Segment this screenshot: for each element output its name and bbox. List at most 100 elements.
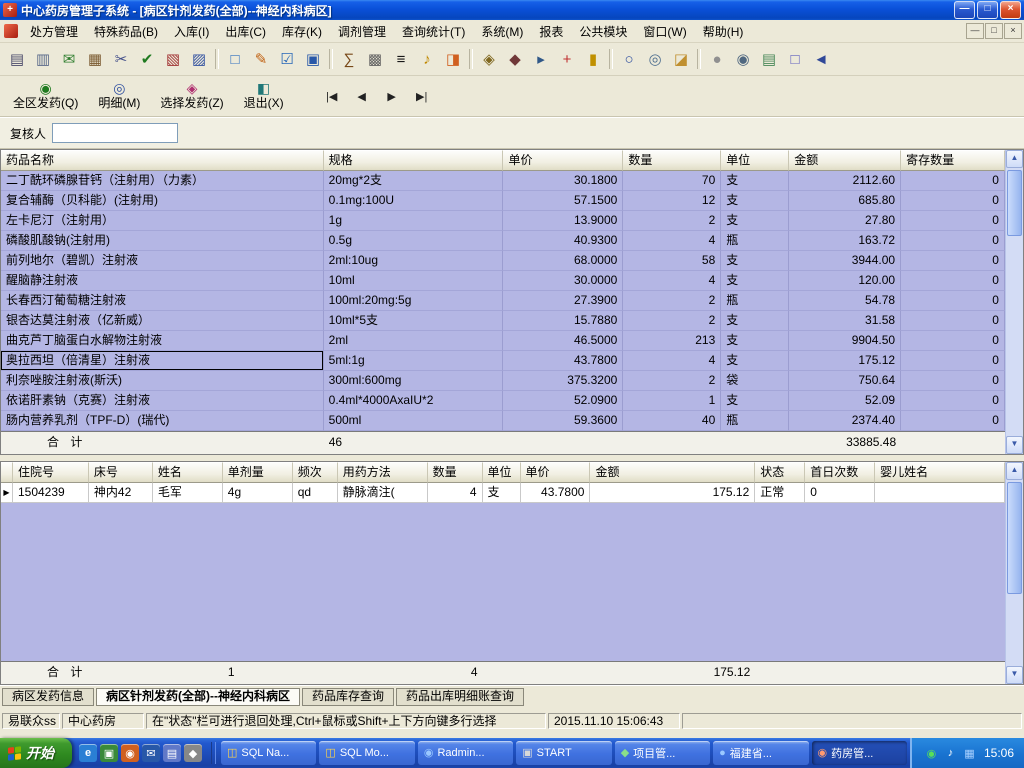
scroll-down-icon[interactable]: ▼ — [1006, 436, 1023, 454]
tab-3[interactable]: 药品出库明细账查询 — [396, 688, 525, 706]
grid1-scroll-thumb[interactable] — [1007, 170, 1022, 236]
tray-volume-icon[interactable]: ♪ — [943, 746, 958, 761]
table-row[interactable]: 前列地尔（碧凯）注射液 2ml:10ug 68.0000 58 支 3944.00 0 — [1, 251, 1005, 271]
grid2-column-header[interactable]: 金额 — [590, 462, 756, 483]
grid1-column-header[interactable]: 金额 — [789, 150, 902, 171]
printer-button[interactable]: ▤ — [4, 46, 30, 72]
dispense-all-button[interactable]: ◉ 全区发药(Q) — [4, 76, 87, 116]
table-row[interactable]: 左卡尼汀（注射用） 1g 13.9000 2 支 27.80 0 — [1, 211, 1005, 231]
quicklaunch-mail-icon[interactable]: ✉ — [142, 744, 160, 762]
exit-button[interactable]: ◧ 退出(X) — [235, 76, 293, 116]
back-button[interactable]: ◄ — [808, 46, 834, 72]
tray-shield-icon[interactable]: ◉ — [924, 746, 939, 761]
task-button-start[interactable]: ▣ START — [516, 741, 612, 765]
quicklaunch-tools-icon[interactable]: ◆ — [184, 744, 202, 762]
print-preview-button[interactable]: ▥ — [30, 46, 56, 72]
grid2-column-header[interactable]: 单位 — [482, 462, 521, 483]
grid2-column-header[interactable]: 状态 — [755, 462, 806, 483]
doc-edit-button[interactable]: ✎ — [248, 46, 274, 72]
layout-button[interactable]: ▤ — [756, 46, 782, 72]
menu-item[interactable]: 报表 — [531, 21, 571, 42]
menu-item[interactable]: 入库(I) — [166, 21, 217, 42]
task-button-pharmacy[interactable]: ◉ 药房管... — [811, 741, 907, 765]
search-button[interactable]: ○ — [616, 46, 642, 72]
quicklaunch-media-icon[interactable]: ◉ — [121, 744, 139, 762]
menu-item[interactable]: 窗口(W) — [635, 21, 694, 42]
table-row[interactable]: 银杏达莫注射液（亿新威） 10ml*5支 15.7880 2 支 31.58 0 — [1, 311, 1005, 331]
table-row[interactable]: 肠内营养乳剂（TPF-D）(瑞代) 500ml 59.3600 40 瓶 2374.40 0 — [1, 411, 1005, 431]
scissors-button[interactable]: ✂ — [108, 46, 134, 72]
barcode-button[interactable]: ≡ — [388, 46, 414, 72]
grid2-column-header[interactable]: 住院号 — [13, 462, 89, 483]
menu-item[interactable]: 帮助(H) — [695, 21, 752, 42]
task-button-sql-mo[interactable]: ◫ SQL Mo... — [319, 741, 415, 765]
grid2-column-header[interactable]: 首日次数 — [805, 462, 876, 483]
menu-item[interactable]: 出库(C) — [217, 21, 274, 42]
table-row[interactable]: 长春西汀葡萄糖注射液 100ml:20mg:5g 27.3900 2 瓶 54.78 0 — [1, 291, 1005, 311]
select-dispense-button[interactable]: ◈ 选择发药(Z) — [151, 76, 232, 116]
report-grid-button[interactable]: ▩ — [362, 46, 388, 72]
lock-button[interactable]: ◆ — [502, 46, 528, 72]
menu-item[interactable]: 特殊药品(B) — [86, 21, 166, 42]
grid1-column-header[interactable]: 规格 — [323, 150, 504, 171]
zoom-grid-button[interactable]: ◎ — [642, 46, 668, 72]
nav-prev-button[interactable]: ◀ — [347, 84, 377, 108]
table-row[interactable]: 复合辅酶（贝科能）(注射用) 0.1mg:100U 57.1500 12 支 685.80… — [1, 191, 1005, 211]
key-button[interactable]: ◈ — [476, 46, 502, 72]
grid2-scroll-thumb[interactable] — [1007, 482, 1022, 594]
table-row[interactable]: 利奈唑胺注射液(斯沃) 300ml:600mg 375.3200 2 袋 750.64 0 — [1, 371, 1005, 391]
task-button-radmin[interactable]: ◉ Radmin... — [417, 741, 514, 765]
start-button[interactable]: 开始 — [0, 738, 72, 768]
export-button[interactable]: □ — [782, 46, 808, 72]
doc-audit-button[interactable]: ☑ — [274, 46, 300, 72]
sum-report-button[interactable]: ∑ — [336, 46, 362, 72]
mdi-restore-button[interactable]: □ — [985, 23, 1003, 39]
thermometer-button[interactable]: ▮ — [580, 46, 606, 72]
grid2-column-header[interactable] — [1, 462, 13, 483]
table-row[interactable]: 依诺肝素钠（克赛）注射液 0.4ml*4000AxaIU*2 52.0900 1 支 52… — [1, 391, 1005, 411]
scroll-down-icon[interactable]: ▼ — [1006, 666, 1023, 684]
grid2-scroll-track[interactable] — [1006, 480, 1023, 666]
quicklaunch-ie-icon[interactable]: e — [79, 744, 97, 762]
mdi-minimize-button[interactable]: — — [966, 23, 984, 39]
grid2-column-header[interactable]: 数量 — [427, 462, 483, 483]
globe-button[interactable]: ● — [704, 46, 730, 72]
close-button[interactable]: × — [1000, 1, 1021, 19]
medicine-box-button[interactable]: + — [554, 46, 580, 72]
red-ledger-button[interactable]: ▧ — [160, 46, 186, 72]
mail-send-button[interactable]: ✉ — [56, 46, 82, 72]
grid2-column-header[interactable]: 单价 — [520, 462, 591, 483]
menu-item[interactable]: 调剂管理 — [330, 21, 394, 42]
grid2-column-header[interactable]: 床号 — [88, 462, 153, 483]
magnifier-button[interactable]: ◉ — [730, 46, 756, 72]
grid1-scroll-track[interactable] — [1006, 168, 1023, 436]
grid1-column-header[interactable]: 单价 — [503, 150, 624, 171]
table-row[interactable]: 曲克芦丁脑蛋白水解物注射液 2ml 46.5000 213 支 9904.50 0 — [1, 331, 1005, 351]
tab-0[interactable]: 病区发药信息 — [2, 688, 95, 706]
minimize-button[interactable]: — — [954, 1, 975, 19]
maximize-button[interactable]: □ — [977, 1, 998, 19]
nav-next-button[interactable]: ▶ — [377, 84, 407, 108]
tab-2[interactable]: 药品库存查询 — [302, 688, 395, 706]
menu-item[interactable]: 公共模块 — [571, 21, 635, 42]
detail-button[interactable]: ◎ 明细(M) — [89, 76, 149, 116]
grid2-column-header[interactable]: 单剂量 — [222, 462, 293, 483]
grid1-column-header[interactable]: 药品名称 — [1, 150, 324, 171]
mdi-close-button[interactable]: × — [1004, 23, 1022, 39]
table-row[interactable]: 醒脑静注射液 10ml 30.0000 4 支 120.00 0 — [1, 271, 1005, 291]
table-row[interactable]: 奥拉西坦（倍清星）注射液 5ml:1g 43.7800 4 支 175.12 0 — [1, 351, 1005, 371]
grid1-column-header[interactable]: 寄存数量 — [901, 150, 1005, 171]
scroll-up-icon[interactable]: ▲ — [1006, 150, 1023, 168]
nav-last-button[interactable]: ▶| — [407, 84, 437, 108]
menu-item[interactable]: 查询统计(T) — [394, 21, 473, 42]
doc-new-button[interactable]: □ — [222, 46, 248, 72]
grid2-column-header[interactable]: 婴儿姓名 — [875, 462, 1005, 483]
nav-first-button[interactable]: |◀ — [317, 84, 347, 108]
tab-1[interactable]: 病区针剂发药(全部)--神经内科病区 — [96, 688, 301, 706]
folder-open-button[interactable]: ◪ — [668, 46, 694, 72]
alarm-button[interactable]: ♪ — [414, 46, 440, 72]
grid2-column-header[interactable]: 用药方法 — [337, 462, 428, 483]
menu-item[interactable]: 库存(K) — [274, 21, 330, 42]
grid1-column-header[interactable]: 单位 — [721, 150, 790, 171]
doc-save-button[interactable]: ▣ — [300, 46, 326, 72]
